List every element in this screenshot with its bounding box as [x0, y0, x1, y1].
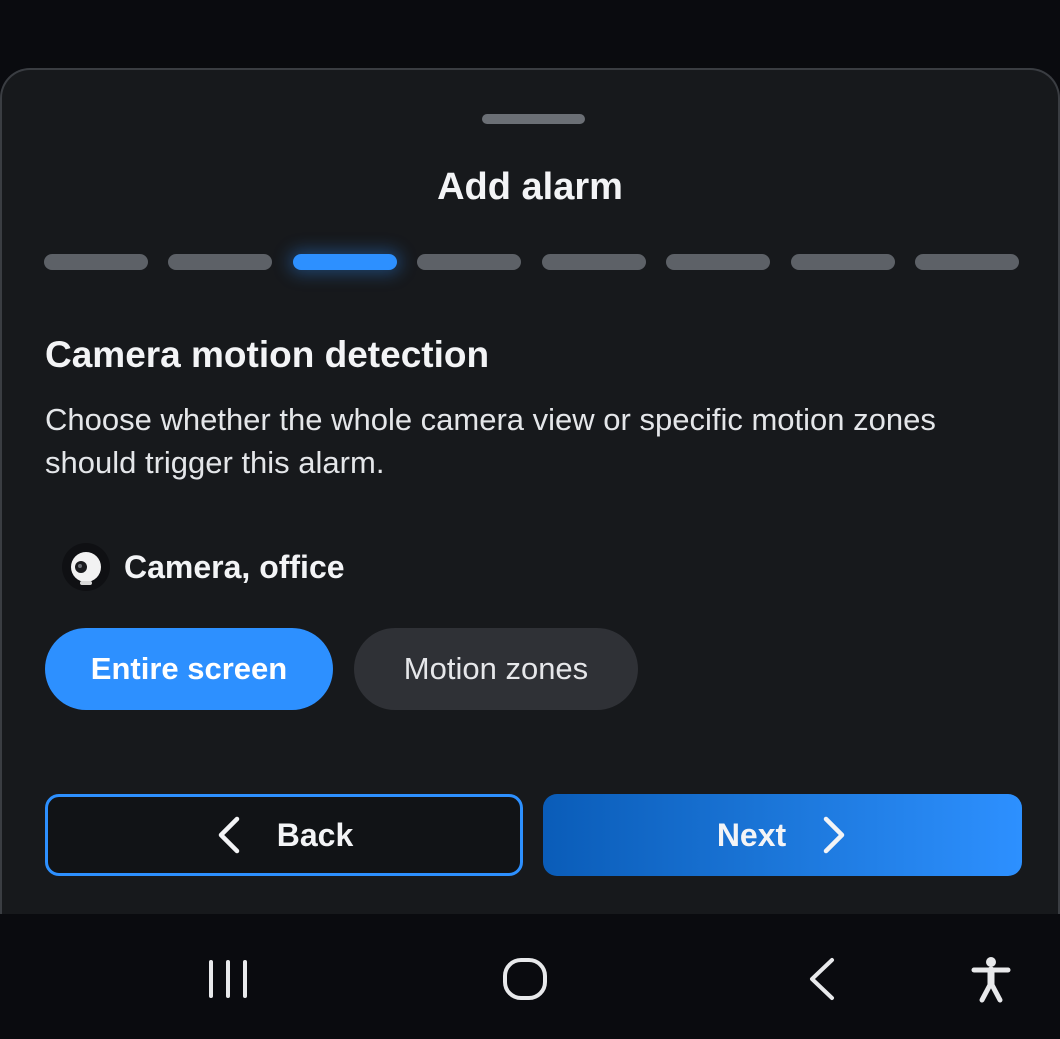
camera-label: Camera, office [124, 548, 345, 585]
step-indicator-3-active [293, 254, 397, 270]
step-indicator-7 [791, 254, 895, 270]
camera-row: Camera, office [62, 542, 345, 592]
step-indicator-1 [44, 254, 148, 270]
next-button-label: Next [716, 816, 787, 853]
option-entire-screen[interactable]: Entire screen [45, 628, 333, 710]
step-indicator-6 [666, 254, 770, 270]
back-button[interactable]: Back [45, 794, 523, 876]
system-navigation-bar [0, 914, 1060, 1039]
step-progress [44, 254, 1020, 270]
screen: Add alarm Camera motion detection Choose… [0, 0, 1060, 1039]
bottom-sheet: Add alarm Camera motion detection Choose… [0, 68, 1060, 914]
sheet-title: Add alarm [437, 166, 623, 208]
camera-icon [62, 543, 110, 591]
section-heading: Camera motion detection [45, 334, 490, 375]
chevron-right-icon [820, 815, 848, 855]
sheet-grabber-handle[interactable] [482, 114, 585, 124]
accessibility-icon[interactable] [966, 954, 1016, 1004]
step-indicator-4 [417, 254, 521, 270]
chevron-left-icon [215, 815, 243, 855]
recents-icon[interactable] [200, 954, 256, 1004]
home-icon[interactable] [498, 954, 552, 1004]
back-button-label: Back [276, 816, 354, 853]
step-indicator-5 [542, 254, 646, 270]
step-indicator-8 [915, 254, 1019, 270]
next-button[interactable]: Next [543, 794, 1022, 876]
option-motion-zones[interactable]: Motion zones [354, 628, 638, 710]
step-indicator-2 [168, 254, 272, 270]
section-description: Choose whether the whole camera view or … [45, 402, 936, 480]
back-icon[interactable] [800, 954, 844, 1004]
